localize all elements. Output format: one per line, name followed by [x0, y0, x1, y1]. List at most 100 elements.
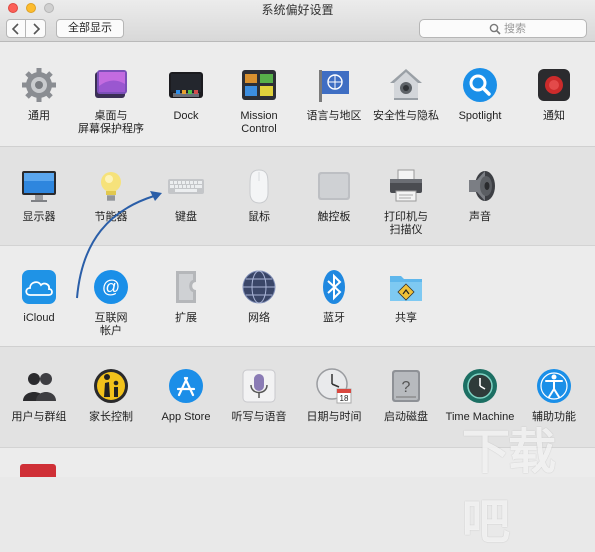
svg-text:?: ? — [402, 379, 411, 396]
pane-users-groups[interactable]: 用户与群组 — [3, 367, 75, 424]
back-button[interactable] — [6, 19, 26, 38]
pane-energy-saver[interactable]: 节能器 — [75, 167, 147, 224]
preferences-section-personal: 通用 桌面与 屏幕保护程序 Dock Mission Control 语言与地区… — [0, 42, 595, 146]
pane-general[interactable]: 通用 — [3, 66, 75, 123]
pane-mouse[interactable]: 鼠标 — [223, 167, 295, 224]
pane-spotlight[interactable]: Spotlight — [444, 66, 516, 123]
spotlight-magnifier-icon — [463, 68, 497, 102]
partial-pane-icon[interactable] — [20, 464, 56, 477]
window-titlebar: 系统偏好设置 全部显示 — [0, 0, 595, 42]
keyboard-icon — [168, 179, 204, 194]
desktop-screensaver-icon — [95, 70, 127, 98]
pane-icloud[interactable]: iCloud — [3, 268, 75, 325]
accessibility-icon — [537, 369, 571, 403]
pane-label: App Store — [161, 411, 211, 423]
dictation-microphone-icon — [242, 369, 276, 403]
pane-label: 网络 — [248, 312, 270, 324]
pane-label: 鼠标 — [248, 211, 270, 223]
pane-bluetooth[interactable]: 蓝牙 — [298, 268, 370, 325]
pane-label: 扩展 — [175, 312, 197, 324]
pane-security-privacy[interactable]: 安全性与隐私 — [370, 66, 442, 123]
app-store-icon — [169, 369, 203, 403]
chevron-right-icon — [32, 22, 40, 35]
pane-sharing[interactable]: 共享 — [370, 268, 442, 325]
pane-label: 打印机与 扫描仪 — [384, 211, 428, 236]
pane-label: 通用 — [28, 110, 50, 122]
show-all-button[interactable]: 全部显示 — [56, 19, 124, 38]
internet-accounts-at-icon: @ — [94, 270, 128, 304]
pane-sound[interactable]: 声音 — [444, 167, 516, 224]
trackpad-icon — [318, 172, 350, 200]
pane-app-store[interactable]: App Store — [150, 367, 222, 424]
watermark-logo: 下载吧 — [462, 426, 556, 549]
pane-mission-control[interactable]: Mission Control — [223, 66, 295, 136]
pane-label: 家长控制 — [89, 411, 133, 423]
svg-text:18: 18 — [340, 394, 349, 403]
pane-dock[interactable]: Dock — [150, 66, 222, 123]
pane-label: 听写与语音 — [231, 411, 287, 423]
pane-language-region[interactable]: 语言与地区 — [298, 66, 370, 123]
gear-icon — [22, 68, 56, 102]
printer-icon — [390, 169, 422, 202]
pane-label: 桌面与 屏幕保护程序 — [78, 110, 144, 135]
svg-text:@: @ — [102, 277, 120, 297]
speaker-icon — [469, 171, 495, 201]
search-input[interactable] — [504, 21, 582, 36]
pane-label: Mission Control — [240, 110, 278, 135]
pane-label: Dock — [173, 110, 199, 122]
pane-label: 触控板 — [317, 211, 351, 223]
pane-label: 互联网 帐户 — [94, 312, 128, 337]
notifications-icon — [538, 69, 570, 101]
search-icon — [489, 23, 501, 35]
pane-desktop-screensaver[interactable]: 桌面与 屏幕保护程序 — [75, 66, 147, 136]
pane-label: 语言与地区 — [306, 110, 362, 122]
extensions-puzzle-icon — [176, 271, 196, 303]
pane-label: 蓝牙 — [323, 312, 345, 324]
pane-label: 日期与时间 — [306, 411, 362, 423]
forward-button[interactable] — [26, 19, 46, 38]
pane-notifications[interactable]: 通知 — [518, 66, 590, 123]
time-machine-icon — [463, 369, 497, 403]
chevron-left-icon — [11, 22, 19, 35]
pane-printers-scanners[interactable]: 打印机与 扫描仪 — [370, 167, 442, 237]
sharing-folder-icon — [390, 276, 422, 301]
pane-keyboard[interactable]: 键盘 — [150, 167, 222, 224]
pane-startup-disk[interactable]: ? 启动磁盘 — [370, 367, 442, 424]
pane-label: 安全性与隐私 — [373, 110, 439, 122]
pane-label: 声音 — [469, 211, 491, 223]
pane-internet-accounts[interactable]: @ 互联网 帐户 — [75, 268, 147, 338]
preferences-section-hardware: 显示器 节能器 键盘 鼠标 触控板 打印机与 扫描仪 声音 — [0, 146, 595, 245]
pane-date-time[interactable]: 18 日期与时间 — [298, 367, 370, 424]
pane-extensions[interactable]: 扩展 — [150, 268, 222, 325]
security-house-icon — [390, 69, 422, 100]
pane-network[interactable]: 网络 — [223, 268, 295, 325]
startup-disk-icon: ? — [392, 370, 420, 402]
pane-label: iCloud — [23, 312, 55, 324]
pane-displays[interactable]: 显示器 — [3, 167, 75, 224]
users-groups-icon — [23, 373, 56, 401]
parental-controls-icon — [94, 369, 128, 403]
pane-label: 通知 — [543, 110, 565, 122]
pane-parental-controls[interactable]: 家长控制 — [75, 367, 147, 424]
search-field[interactable] — [419, 19, 587, 38]
pane-label: 节能器 — [94, 211, 128, 223]
dock-icon — [169, 72, 203, 98]
bluetooth-icon — [323, 270, 345, 304]
energy-saver-bulb-icon — [101, 172, 121, 201]
pane-label: 共享 — [395, 312, 417, 324]
pane-label: 启动磁盘 — [384, 411, 428, 423]
pane-trackpad[interactable]: 触控板 — [298, 167, 370, 224]
pane-label: 用户与群组 — [11, 411, 67, 423]
network-globe-icon — [242, 270, 276, 304]
pane-label: Spotlight — [458, 110, 502, 122]
language-region-flag-icon — [319, 70, 349, 102]
date-time-clock-icon: 18 — [316, 368, 352, 404]
pane-label: 显示器 — [22, 211, 56, 223]
mouse-icon — [249, 169, 269, 204]
icloud-icon — [22, 270, 56, 304]
window-title: 系统偏好设置 — [261, 3, 334, 17]
mission-control-icon — [242, 70, 276, 100]
pane-label: 键盘 — [175, 211, 197, 223]
display-monitor-icon — [22, 171, 56, 202]
pane-dictation-speech[interactable]: 听写与语音 — [223, 367, 295, 424]
